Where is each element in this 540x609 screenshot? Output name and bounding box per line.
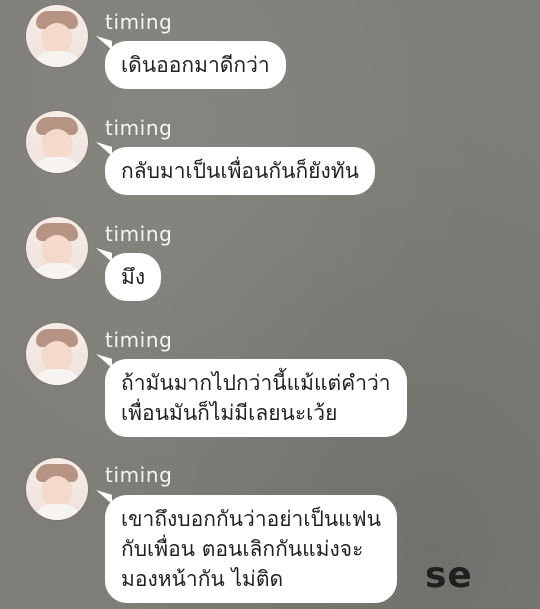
sender-name: timing <box>105 116 173 140</box>
message-bubble[interactable]: กลับมาเป็นเพื่อนกันก็ยังทัน <box>105 147 375 195</box>
avatar[interactable] <box>26 217 88 279</box>
message-bubble[interactable]: ถ้ามันมากไปกว่านี้แม้แต่คำว่า เพื่อนมันก… <box>105 359 407 437</box>
message-bubble[interactable]: เขาถึงบอกกันว่าอย่าเป็นแฟน กับเพื่อน ตอน… <box>105 495 397 603</box>
background-text: se <box>425 555 473 596</box>
message-bubble[interactable]: มึง <box>105 253 162 301</box>
sender-name: timing <box>105 10 173 34</box>
message-bubble[interactable]: เดินออกมาดีกว่า <box>105 41 286 89</box>
sender-name: timing <box>105 328 173 352</box>
avatar[interactable] <box>26 323 88 385</box>
avatar[interactable] <box>26 111 88 173</box>
sender-name: timing <box>105 222 173 246</box>
sender-name: timing <box>105 463 173 487</box>
avatar[interactable] <box>26 5 88 67</box>
avatar[interactable] <box>26 458 88 520</box>
